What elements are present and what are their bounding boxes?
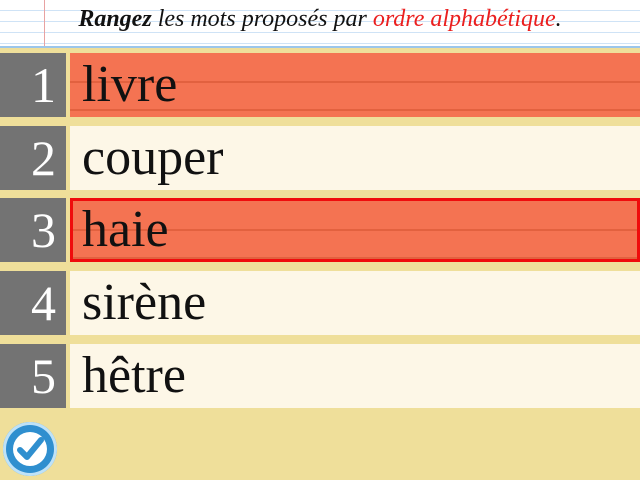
word-card[interactable]: hêtre [70,344,640,408]
row-number: 4 [0,271,66,335]
word-row-4[interactable]: 4 sirène [0,271,640,335]
row-number: 5 [0,344,66,408]
word-row-1[interactable]: 1 livre [0,53,640,117]
word-card[interactable]: couper [70,126,640,190]
row-number: 2 [0,126,66,190]
checkmark-icon [13,432,47,466]
word-row-5[interactable]: 5 hêtre [0,344,640,408]
instruction-keyword: Rangez [78,6,152,32]
word-row-2[interactable]: 2 couper [0,126,640,190]
validate-button[interactable] [3,422,57,476]
word-row-3[interactable]: 3 haie [0,198,640,262]
instruction-header: Rangez les mots proposés par ordre alpha… [0,0,640,48]
word-card[interactable]: sirène [70,271,640,335]
instruction-text: Rangez les mots proposés par ordre alpha… [0,6,640,33]
word-card[interactable]: livre [70,53,640,117]
instruction-middle: les mots proposés par [151,6,373,32]
row-number: 1 [0,53,66,117]
row-number: 3 [0,198,66,262]
word-card-selected[interactable]: haie [70,198,640,262]
instruction-emphasis: ordre alphabétique [372,6,556,32]
instruction-end: . [555,6,562,32]
